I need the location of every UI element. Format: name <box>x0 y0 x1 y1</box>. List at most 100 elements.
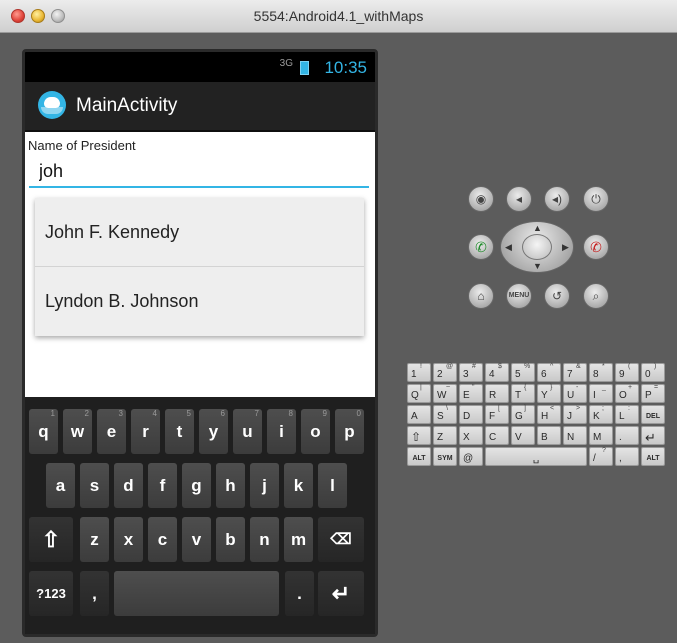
key-v[interactable]: v <box>182 517 211 562</box>
key-h[interactable]: h <box>216 463 245 508</box>
comma-key[interactable]: , <box>80 571 109 616</box>
hw-key[interactable]: E " <box>459 384 483 403</box>
hw-key[interactable]: 4 $ <box>485 363 509 382</box>
end-call-icon[interactable]: ✆ <box>583 234 609 260</box>
key-b[interactable]: b <box>216 517 245 562</box>
dpad-center-button[interactable] <box>522 234 552 260</box>
president-name-input[interactable] <box>29 156 369 188</box>
hw-key[interactable]: F[ <box>485 405 509 424</box>
key-f[interactable]: f <box>148 463 177 508</box>
hw-key[interactable]: 9( <box>615 363 639 382</box>
backspace-key[interactable]: ⌫ <box>318 517 364 562</box>
hw-shift-key[interactable]: ⇧ <box>407 426 431 445</box>
hw-sym-key[interactable]: SYM <box>433 447 457 466</box>
hw-key[interactable]: X <box>459 426 483 445</box>
hw-key[interactable]: O + <box>615 384 639 403</box>
key-l[interactable]: l <box>318 463 347 508</box>
hw-key[interactable]: K; <box>589 405 613 424</box>
key-u[interactable]: 7u <box>233 409 262 454</box>
hw-key[interactable]: 7 & <box>563 363 587 382</box>
hw-key[interactable]: H < <box>537 405 561 424</box>
menu-button[interactable]: MENU <box>506 283 532 309</box>
symbols-key[interactable]: ?123 <box>29 571 73 616</box>
call-icon[interactable]: ✆ <box>468 234 494 260</box>
space-key[interactable] <box>114 571 279 616</box>
hw-key[interactable]: J > <box>563 405 587 424</box>
key-m[interactable]: m <box>284 517 313 562</box>
hw-key[interactable]: N <box>563 426 587 445</box>
hw-enter-key[interactable]: ↵ <box>641 426 665 445</box>
hw-alt-key[interactable]: ALT <box>407 447 431 466</box>
hw-key[interactable]: M <box>589 426 613 445</box>
hw-key[interactable]: C <box>485 426 509 445</box>
key-g[interactable]: g <box>182 463 211 508</box>
key-a[interactable]: a <box>46 463 75 508</box>
hw-key[interactable]: I _ <box>589 384 613 403</box>
search-icon[interactable]: ⌕ <box>583 283 609 309</box>
hw-key[interactable]: 5% <box>511 363 535 382</box>
key-y[interactable]: 6y <box>199 409 228 454</box>
key-i[interactable]: 8i <box>267 409 296 454</box>
hw-key[interactable]: 0) <box>641 363 665 382</box>
hw-del-key[interactable]: DEL <box>641 405 665 424</box>
key-z[interactable]: z <box>80 517 109 562</box>
hw-key[interactable]: A <box>407 405 431 424</box>
dpad[interactable]: ▲ ▼ ◀ ▶ <box>500 221 574 273</box>
period-key[interactable]: . <box>285 571 314 616</box>
hw-key[interactable]: S \ <box>433 405 457 424</box>
key-k[interactable]: k <box>284 463 313 508</box>
hw-key[interactable]: Q | <box>407 384 431 403</box>
hw-key[interactable]: Y} <box>537 384 561 403</box>
hw-at-key[interactable]: @ <box>459 447 483 466</box>
key-p[interactable]: 0p <box>335 409 364 454</box>
key-d[interactable]: d <box>114 463 143 508</box>
suggestion-item[interactable]: Lyndon B. Johnson <box>35 267 364 335</box>
hw-key[interactable]: T{ <box>511 384 535 403</box>
key-c[interactable]: c <box>148 517 177 562</box>
key-j[interactable]: j <box>250 463 279 508</box>
key-n[interactable]: n <box>250 517 279 562</box>
hw-key[interactable]: . <box>615 426 639 445</box>
hw-alt-key[interactable]: ALT <box>641 447 665 466</box>
hw-key[interactable]: 2 @ <box>433 363 457 382</box>
hw-comma-key[interactable]: , <box>615 447 639 466</box>
hw-key[interactable]: L: <box>615 405 639 424</box>
key-s[interactable]: s <box>80 463 109 508</box>
camera-icon[interactable]: ◉ <box>468 186 494 212</box>
hw-key[interactable]: 6 ^ <box>537 363 561 382</box>
hw-space-key[interactable]: ␣ <box>485 447 587 466</box>
hw-key[interactable]: V <box>511 426 535 445</box>
shift-key[interactable]: ⇧ <box>29 517 73 562</box>
hw-key[interactable]: U- <box>563 384 587 403</box>
hw-key[interactable]: R <box>485 384 509 403</box>
suggestion-item[interactable]: John F. Kennedy <box>35 198 364 267</box>
hw-key[interactable]: D <box>459 405 483 424</box>
key-e[interactable]: 3e <box>97 409 126 454</box>
key-t[interactable]: 5t <box>165 409 194 454</box>
back-icon[interactable]: ↺ <box>544 283 570 309</box>
app-logo-icon[interactable] <box>38 91 66 119</box>
dpad-down-icon[interactable]: ▼ <box>533 261 542 271</box>
dpad-up-icon[interactable]: ▲ <box>533 223 542 233</box>
hw-key[interactable]: 1! <box>407 363 431 382</box>
hw-key[interactable]: P = <box>641 384 665 403</box>
home-icon[interactable]: ⌂ <box>468 283 494 309</box>
key-o[interactable]: 9o <box>301 409 330 454</box>
power-icon[interactable]: ⏻ <box>583 186 609 212</box>
key-q[interactable]: 1q <box>29 409 58 454</box>
key-x[interactable]: x <box>114 517 143 562</box>
key-r[interactable]: 4r <box>131 409 160 454</box>
hw-key[interactable]: 3 # <box>459 363 483 382</box>
key-w[interactable]: 2w <box>63 409 92 454</box>
hw-key[interactable]: 8 * <box>589 363 613 382</box>
hw-key[interactable]: B <box>537 426 561 445</box>
hw-key[interactable]: W ~ <box>433 384 457 403</box>
enter-key[interactable]: ↵ <box>318 571 364 616</box>
volume-up-icon[interactable]: ◂) <box>544 186 570 212</box>
dpad-right-icon[interactable]: ▶ <box>562 242 569 253</box>
hw-slash-key[interactable]: /? <box>589 447 613 466</box>
volume-down-icon[interactable]: ◂ <box>506 186 532 212</box>
dpad-left-icon[interactable]: ◀ <box>505 242 512 253</box>
hw-key[interactable]: G] <box>511 405 535 424</box>
hw-key[interactable]: Z <box>433 426 457 445</box>
